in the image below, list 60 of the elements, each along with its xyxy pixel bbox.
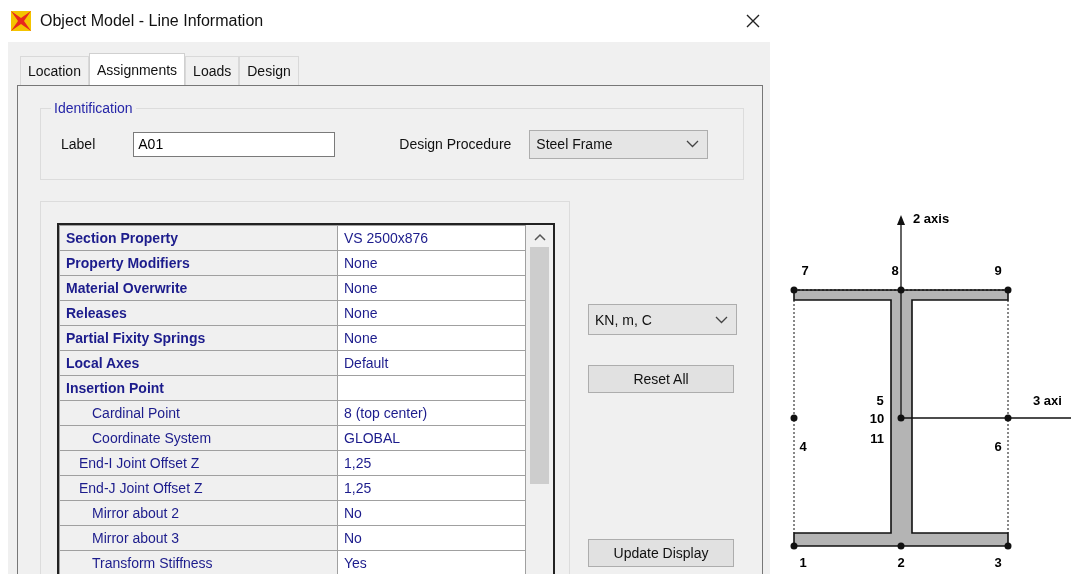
property-name: Insertion Point [59,375,338,401]
point-label: 4 [799,439,807,454]
update-display-button[interactable]: Update Display [588,539,734,567]
point-label: 8 [891,263,899,278]
point-label: 5 [876,393,884,408]
tab[interactable]: Design [239,56,299,85]
property-name: End-J Joint Offset Z [59,475,338,501]
property-name: Material Overwrite [59,275,338,301]
property-value[interactable]: 8 (top center) [337,400,526,426]
property-value[interactable]: None [337,250,526,276]
property-name: Local Axes [59,350,338,376]
chevron-down-icon [715,315,728,324]
property-value[interactable]: None [337,325,526,351]
scrollbar[interactable] [526,225,553,574]
point-label: 9 [994,263,1002,278]
property-value[interactable]: Default [337,350,526,376]
property-name: Partial Fixity Springs [59,325,338,351]
point-label: 1 [799,555,807,570]
point-label: 2 [897,555,905,570]
tab[interactable]: Location [20,56,89,85]
label-caption: Label [61,136,96,152]
scroll-up-icon[interactable] [533,233,546,241]
window-title: Object Model - Line Information [40,12,264,30]
chevron-down-icon [686,140,700,148]
axis-label: 3 axi [1033,393,1062,408]
point-label: 11 [870,431,884,446]
scrollbar-thumb[interactable] [530,247,550,484]
point-label: 3 [994,555,1002,570]
property-value[interactable]: Yes [337,550,526,574]
point-label: 7 [801,263,809,278]
property-name: Coordinate System [59,425,338,451]
property-name: End-I Joint Offset Z [59,450,338,476]
point-label: 10 [869,411,885,426]
property-name: Transform Stiffness [59,550,338,574]
property-value[interactable]: GLOBAL [337,425,526,451]
property-name: Section Property [59,225,338,251]
axis-label: 2 axis [913,211,950,226]
tab[interactable]: Assignments [88,53,186,85]
units-dropdown[interactable]: KN, m, C [588,304,737,335]
property-value[interactable]: No [337,500,526,526]
property-value[interactable]: None [337,275,526,301]
property-value[interactable]: VS 2500x876 [337,225,526,251]
property-value[interactable]: None [337,300,526,326]
property-name: Releases [59,300,338,326]
group-legend: Identification [51,100,136,116]
label-field[interactable]: A01 [133,131,336,157]
design-procedure-dropdown[interactable]: Steel Frame [529,129,709,159]
design-procedure-caption: Design Procedure [399,136,512,152]
property-value[interactable]: No [337,525,526,551]
tab[interactable]: Loads [185,56,240,85]
reset-all-button[interactable]: Reset All [588,365,734,393]
close-icon[interactable] [745,13,761,29]
property-name: Property Modifiers [59,250,338,276]
property-value[interactable]: 1,25 [337,475,526,501]
property-name: Mirror about 2 [59,500,338,526]
property-name: Cardinal Point [59,400,338,426]
property-name: Mirror about 3 [59,525,338,551]
point-label: 6 [994,439,1002,454]
property-value[interactable]: 1,25 [337,450,526,476]
app-logo-icon [10,10,32,32]
